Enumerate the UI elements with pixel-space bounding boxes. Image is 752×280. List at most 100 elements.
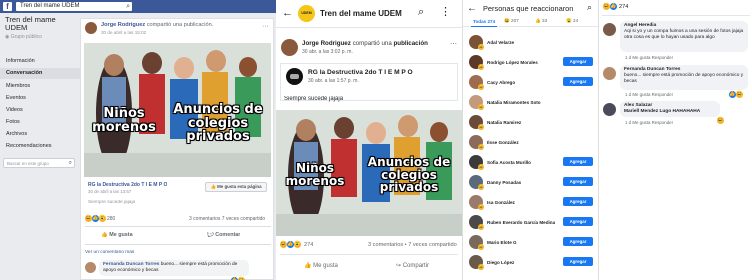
sidebar-item-members[interactable]: Miembros [6,83,30,89]
add-friend-button[interactable]: Agregar [563,157,593,166]
add-friend-button[interactable]: Agregar [563,77,593,86]
back-arrow-icon[interactable]: ← [467,3,477,14]
sidebar-item-recommendations[interactable]: Recomendaciones [6,143,52,149]
add-friend-button[interactable]: Agregar [563,237,593,246]
add-friend-button[interactable]: Agregar [563,257,593,266]
like-button[interactable]: 👍 Me gusta [101,232,133,238]
reaction-count[interactable]: 274 [619,4,628,10]
list-item[interactable]: 😆 Cacy Abrego Agregar [463,73,599,95]
shared-page-name[interactable]: RG la Destructiva 2do T I E M P O [88,182,167,188]
shared-page-name[interactable]: RG la Destructiva 2do T I E M P O [308,69,413,76]
comment-button[interactable]: 💬 Comentar [207,232,240,238]
reaction-count[interactable]: 280 [107,216,115,222]
comment-author[interactable]: Fernanda Duncan Torres [103,262,159,267]
sidebar-item-files[interactable]: Archivos [6,131,27,137]
shared-time[interactable]: 30 de abril a las 13:57 [88,189,131,194]
author-avatar[interactable] [85,22,97,34]
shared-page-avatar[interactable] [286,68,303,85]
group-avatar-icon[interactable]: UDEM [298,5,315,22]
list-item[interactable]: 😆 Adal Velarze [463,33,599,55]
person-name[interactable]: Adal Velarze [487,40,514,45]
sidebar-item-photos[interactable]: Fotos [6,119,20,125]
author-name[interactable]: Jorge Rodriguez [302,40,351,47]
share-button[interactable]: ↪ Compartir [396,262,429,269]
meme-image[interactable]: Niños morenos Anuncios de colegios priva… [276,110,462,236]
tab-like[interactable]: 👍 33 [535,18,547,24]
author-avatar[interactable] [281,39,298,56]
view-more-comments-link[interactable]: Ver un comentario más [85,250,134,255]
search-icon[interactable]: ⌕ [418,6,424,19]
sidebar-item-events[interactable]: Eventos [6,95,26,101]
shared-time[interactable]: 30 abr. a las 1:57 p. m. [308,78,359,84]
list-item[interactable]: 😆 Natalia Ramirez [463,113,599,135]
comment-actions[interactable]: 1 d Me gusta Responder [625,120,673,125]
add-friend-button[interactable]: Agregar [563,57,593,66]
reaction-count[interactable]: 274 [304,242,313,248]
tab-all[interactable]: Todas 274 [473,19,495,24]
meme-image[interactable]: Niños morenos Anuncios de colegios priva… [84,43,271,177]
person-name[interactable]: Mario Elote G [487,240,517,245]
list-item[interactable]: 😆 Natalia Miramontes Soto [463,93,599,115]
comment-text: bueno... siempre está promoción de apoyo… [624,73,744,84]
search-icon[interactable]: ⌕ [69,160,72,167]
list-item[interactable]: 😆 Ilsse González [463,133,599,155]
commenter-avatar[interactable] [603,67,616,80]
commenter-avatar[interactable] [603,103,616,116]
shared-text: Siempre sucede jajaja [284,96,344,102]
reaction-icons[interactable]: 😆 👍 [603,3,617,10]
more-options-icon[interactable]: ⋮ [440,5,451,18]
commenter-avatar[interactable] [603,23,616,36]
group-name[interactable]: Tren del mame UDEM [5,16,69,32]
person-name[interactable]: Danny Posadas [487,180,521,185]
list-item[interactable]: 😆 Sofia Acosta Murillo Agregar [463,153,599,175]
list-item[interactable]: 😆 Danny Posadas Agregar [463,173,599,195]
add-friend-button[interactable]: Agregar [563,217,593,226]
person-name[interactable]: Cacy Abrego [487,80,515,85]
person-name[interactable]: Isa González [487,200,515,205]
person-name[interactable]: Diego López [487,260,514,265]
list-item[interactable]: 😆 Isa González Agregar [463,193,599,215]
publication-link[interactable]: publicación [394,40,428,47]
tab-haha[interactable]: 😆 207 [504,18,519,24]
more-options-icon[interactable]: ··· [262,23,269,30]
search-input[interactable]: Tren del mame UDEM ⌕ [16,2,132,11]
like-button[interactable]: 👍 Me gusta [304,262,338,269]
sidebar-item-info[interactable]: Información [6,58,35,64]
search-icon[interactable]: ⌕ [587,2,592,13]
person-name[interactable]: Natalia Miramontes Soto [487,100,541,105]
person-name[interactable]: Natalia Ramirez [487,120,521,125]
post-time[interactable]: 30 abr. a las 3:02 p. m. [302,49,353,55]
search-icon[interactable]: ⌕ [126,2,130,11]
list-item[interactable]: 😆 Rodrigo López Morales Agregar [463,53,599,75]
more-options-icon[interactable]: ⋯ [450,40,457,48]
comment-actions[interactable]: 1 d Me gusta Responder [625,55,673,60]
person-name[interactable]: Ruben Everardo García Medina [487,220,555,225]
list-item[interactable]: 😆 Ruben Everardo García Medina Agregar [463,213,599,235]
back-arrow-icon[interactable]: ← [282,7,293,19]
facebook-logo-icon[interactable]: f [3,2,12,11]
author-name[interactable]: Jorge Rodriguez [101,22,145,28]
person-name[interactable]: Rodrigo López Morales [487,60,538,65]
comment-reactions[interactable]: 😆 [717,117,724,124]
post-time[interactable]: 30 de abril a las 15:02 [101,30,146,35]
comments-shares-count[interactable]: 3 comentarios • 7 veces compartido [368,242,457,248]
reaction-icons[interactable]: 😆 👍 😮 [85,215,106,222]
add-friend-button[interactable]: Agregar [563,197,593,206]
comment-reactions[interactable]: 👍 😆 [729,91,743,98]
comment-actions[interactable]: 1 d Me gusta Responder [625,92,673,97]
reaction-icons[interactable]: 😆 👍 😮 [280,241,301,248]
comments-shares-count[interactable]: 3 comentarios 7 veces compartido [189,216,265,222]
tab-wow[interactable]: 😮 24 [566,18,578,24]
group-search-input[interactable]: Buscar en este grupo ⌕ [3,158,75,168]
sidebar-item-videos[interactable]: Videos [6,107,23,113]
list-item[interactable]: 😆 Diego López Agregar [463,253,599,275]
panel-title: Personas que reaccionaron [483,4,574,13]
add-friend-button[interactable]: Agregar [563,177,593,186]
person-name[interactable]: Sofia Acosta Murillo [487,160,531,165]
like-page-button[interactable]: 👍 Me gusta esta página [205,182,267,192]
list-item[interactable]: 😆 Mario Elote G Agregar [463,233,599,255]
person-name[interactable]: Ilsse González [487,140,519,145]
commenter-avatar[interactable] [85,262,96,273]
sidebar-item-conversation[interactable]: Conversación [6,70,42,76]
reactions-panel: ← Personas que reaccionaron ⌕ Todas 274 … [462,0,599,280]
